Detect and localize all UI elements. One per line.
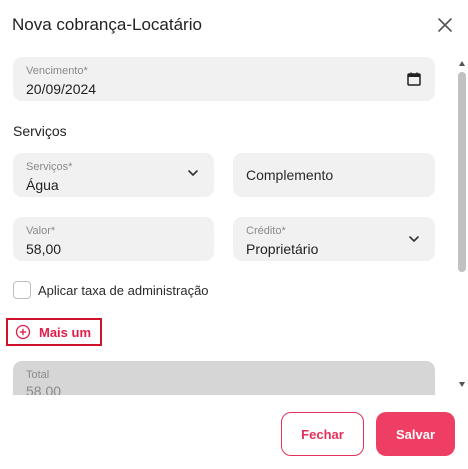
total-value: 58,00 xyxy=(26,383,62,395)
scrollbar-thumb[interactable] xyxy=(458,72,466,272)
services-heading: Serviços xyxy=(13,123,67,139)
add-more-label: Mais um xyxy=(39,324,92,340)
total-field: Total 58,00 xyxy=(13,361,435,395)
admin-fee-row[interactable]: Aplicar taxa de administração xyxy=(13,280,209,300)
service-select-label: Serviços* xyxy=(26,161,73,173)
amount-input[interactable]: Valor* 58,00 xyxy=(13,217,214,261)
service-select-value: Água xyxy=(26,177,59,193)
chevron-down-icon xyxy=(407,232,421,246)
credit-select-value: Proprietário xyxy=(246,241,319,257)
save-button[interactable]: Salvar xyxy=(376,412,455,456)
form-scrollbar[interactable] xyxy=(456,56,468,392)
credit-select-label: Crédito* xyxy=(246,225,286,237)
service-select[interactable]: Serviços* Água xyxy=(13,153,214,197)
scroll-up-arrow-icon[interactable] xyxy=(459,61,465,66)
due-date-value: 20/09/2024 xyxy=(26,81,97,97)
close-icon[interactable] xyxy=(434,14,456,36)
total-label: Total xyxy=(26,369,50,381)
chevron-down-icon xyxy=(186,166,200,180)
complement-input[interactable]: Complemento xyxy=(233,153,435,197)
admin-fee-label: Aplicar taxa de administração xyxy=(38,282,209,298)
plus-circle-icon xyxy=(15,324,31,340)
admin-fee-checkbox[interactable] xyxy=(13,281,31,299)
amount-label: Valor* xyxy=(26,225,56,237)
charge-dialog: Nova cobrança-Locatário Vencimento* 20/0… xyxy=(0,0,468,469)
credit-select[interactable]: Crédito* Proprietário xyxy=(233,217,435,261)
due-date-field[interactable]: Vencimento* 20/09/2024 xyxy=(13,57,435,101)
calendar-icon[interactable] xyxy=(406,71,422,87)
scroll-down-arrow-icon[interactable] xyxy=(459,382,465,387)
close-button[interactable]: Fechar xyxy=(281,412,364,456)
add-more-button[interactable]: Mais um xyxy=(6,318,102,346)
amount-value: 58,00 xyxy=(26,241,62,257)
form-scroll-area: Vencimento* 20/09/2024 Serviços Serviços… xyxy=(0,50,456,395)
dialog-title: Nova cobrança-Locatário xyxy=(12,15,202,34)
complement-placeholder: Complemento xyxy=(246,167,334,183)
due-date-label: Vencimento* xyxy=(26,65,88,77)
